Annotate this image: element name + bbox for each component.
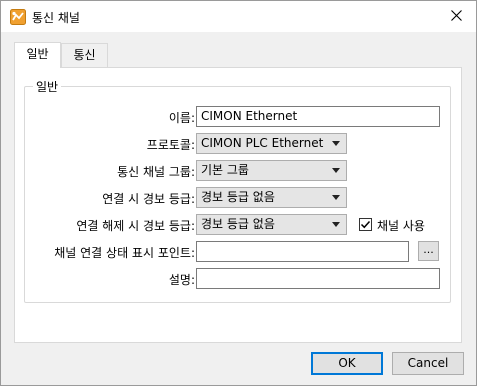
tab-general[interactable]: 일반 <box>14 42 61 68</box>
connect-alarm-select[interactable]: 경보 등급 없음 <box>196 187 347 208</box>
description-label: 설명: <box>168 273 195 287</box>
channel-group-value: 기본 그룹 <box>201 163 249 177</box>
tab-communication[interactable]: 통신 <box>61 43 108 67</box>
chevron-down-icon <box>332 141 340 146</box>
use-channel-label: 채널 사용 <box>377 219 425 233</box>
status-point-input[interactable] <box>196 241 409 262</box>
channel-group-label: 통신 채널 그룹: <box>117 165 195 179</box>
connect-alarm-label: 연결 시 경보 등급: <box>102 192 195 206</box>
disconnect-alarm-label: 연결 해제 시 경보 등급: <box>76 219 195 233</box>
protocol-label: 프로토콜: <box>146 138 195 152</box>
tab-general-label: 일반 <box>26 47 49 61</box>
tab-panel: 일반 이름: CIMON Ethernet 프로토콜: CIMON PLC Et… <box>14 67 462 343</box>
browse-button[interactable]: ... <box>418 241 439 261</box>
disconnect-alarm-value: 경보 등급 없음 <box>201 217 275 231</box>
protocol-select[interactable]: CIMON PLC Ethernet <box>196 133 347 154</box>
dialog-window: 통신 채널 일반 통신 일반 이름: CIMON Ethernet 프로토콜: … <box>0 0 477 386</box>
app-icon <box>10 9 26 25</box>
connect-alarm-value: 경보 등급 없음 <box>201 190 275 204</box>
close-button[interactable] <box>436 1 476 32</box>
window-title: 통신 채널 <box>32 11 80 25</box>
chevron-down-icon <box>332 168 340 173</box>
chevron-down-icon <box>332 222 340 227</box>
use-channel-checkbox[interactable] <box>359 218 372 231</box>
description-input[interactable] <box>196 268 440 289</box>
checkmark-icon <box>360 220 371 229</box>
status-point-label: 채널 연결 상태 표시 포인트: <box>54 246 195 260</box>
title-bar: 통신 채널 <box>1 1 476 32</box>
cancel-button[interactable]: Cancel <box>392 352 464 375</box>
tab-communication-label: 통신 <box>73 48 96 62</box>
name-input[interactable]: CIMON Ethernet <box>196 106 440 127</box>
protocol-value: CIMON PLC Ethernet <box>201 136 324 150</box>
disconnect-alarm-select[interactable]: 경보 등급 없음 <box>196 214 347 235</box>
ok-button[interactable]: OK <box>311 352 383 375</box>
channel-group-select[interactable]: 기본 그룹 <box>196 160 347 181</box>
group-title: 일반 <box>33 78 62 95</box>
close-icon <box>450 9 462 24</box>
name-label: 이름: <box>168 111 195 125</box>
chevron-down-icon <box>332 195 340 200</box>
